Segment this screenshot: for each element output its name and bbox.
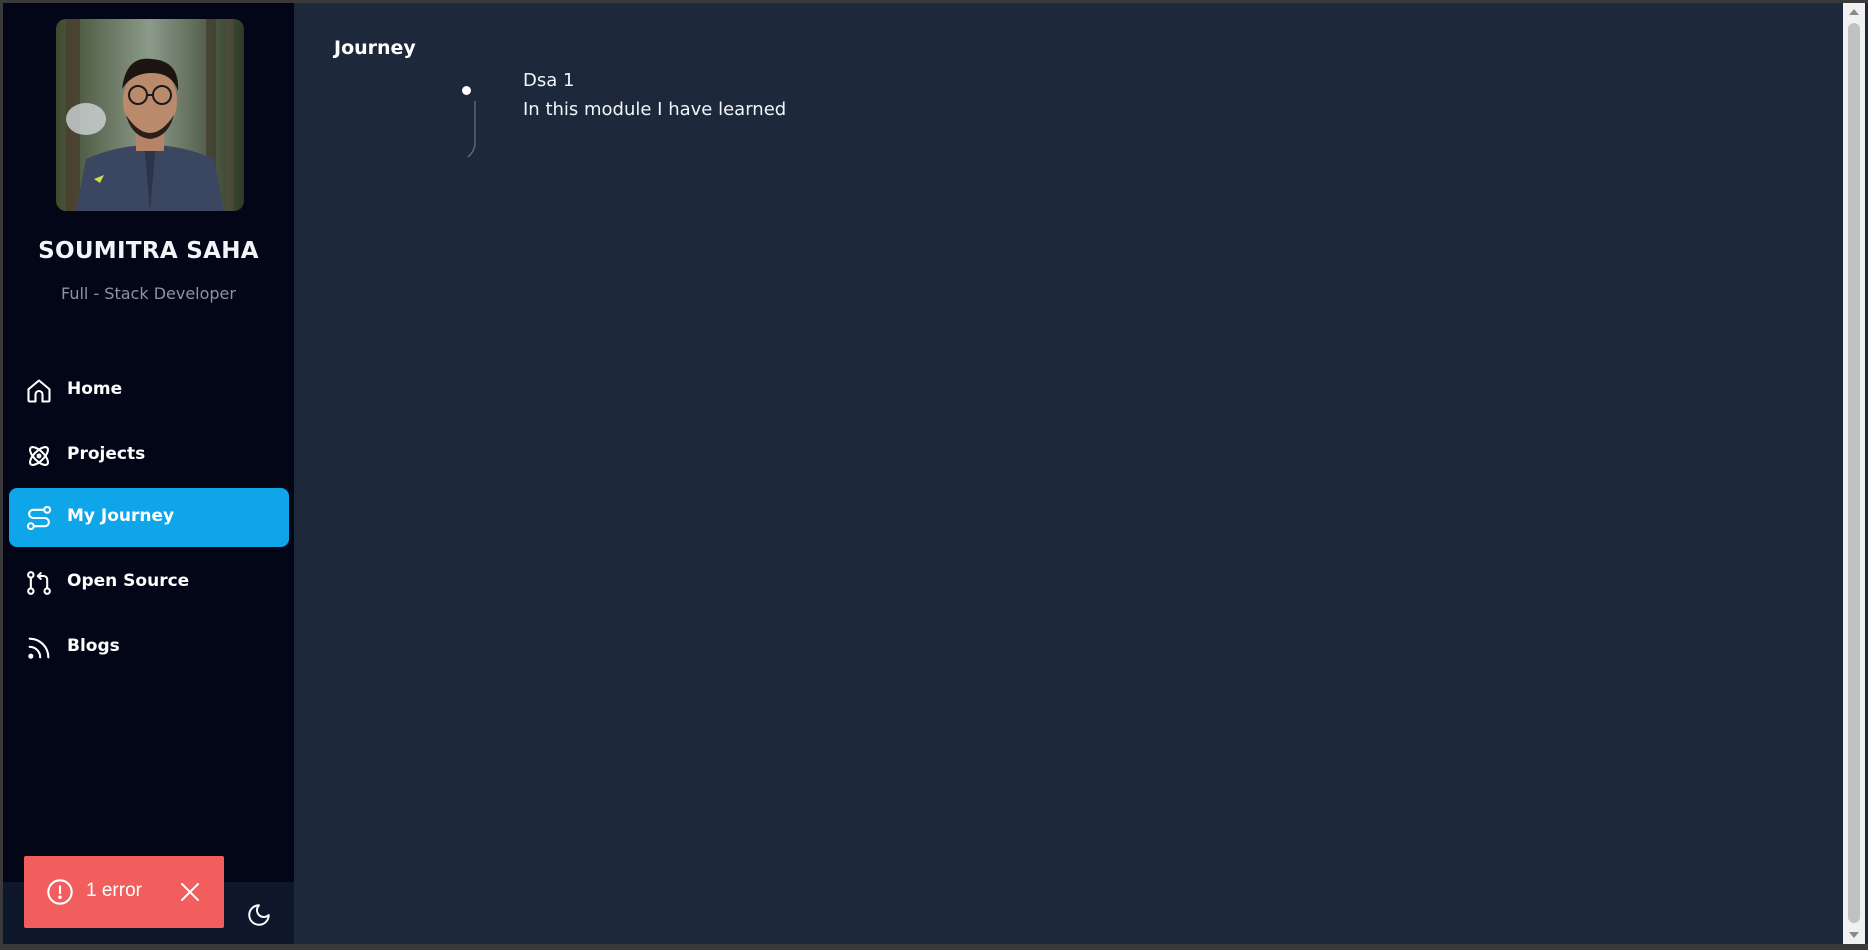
sidebar-item-label: My Journey (67, 506, 175, 526)
sidebar-item-my-journey[interactable]: My Journey (9, 488, 289, 547)
timeline-line (467, 101, 476, 158)
error-toast[interactable]: 1 error (24, 856, 224, 928)
error-count: 1 error (86, 880, 142, 901)
timeline-dot (462, 86, 471, 95)
sidebar: SOUMITRA SAHA Full - Stack Developer Hom… (3, 3, 294, 944)
app-window: SOUMITRA SAHA Full - Stack Developer Hom… (3, 3, 1868, 944)
scroll-thumb[interactable] (1848, 23, 1860, 923)
sidebar-item-projects[interactable]: Projects (9, 426, 289, 485)
sidebar-item-home[interactable]: Home (9, 361, 289, 420)
moon-icon[interactable] (246, 902, 272, 928)
timeline-entry-description: In this module I have learned (523, 99, 787, 120)
sidebar-item-label: Home (67, 379, 123, 399)
sidebar-item-open-source[interactable]: Open Source (9, 553, 289, 612)
route-icon (25, 504, 53, 532)
profile-role: Full - Stack Developer (61, 284, 236, 303)
avatar (56, 19, 244, 211)
git-pull-request-icon (25, 569, 53, 597)
rss-icon (25, 634, 53, 662)
home-icon (25, 377, 53, 405)
page-title: Journey (334, 37, 416, 59)
timeline-entry-title: Dsa 1 (523, 70, 575, 91)
sidebar-item-label: Blogs (67, 636, 120, 656)
scroll-down-arrow-icon[interactable] (1849, 932, 1859, 938)
close-icon[interactable] (178, 880, 202, 904)
profile-name: SOUMITRA SAHA (38, 238, 259, 264)
atom-icon (25, 442, 53, 470)
scroll-up-arrow-icon[interactable] (1849, 9, 1859, 15)
sidebar-item-blogs[interactable]: Blogs (9, 618, 289, 677)
vertical-scrollbar[interactable] (1843, 3, 1865, 944)
sidebar-item-label: Open Source (67, 571, 190, 591)
sidebar-item-label: Projects (67, 444, 146, 464)
alert-circle-icon (46, 878, 74, 906)
